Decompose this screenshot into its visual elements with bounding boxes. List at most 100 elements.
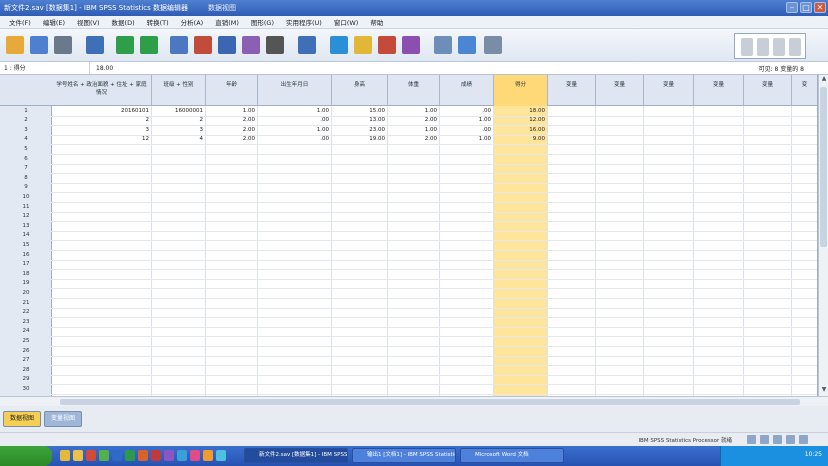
column-header[interactable]: 得分: [494, 75, 548, 106]
menu-item[interactable]: 转换(T): [141, 17, 175, 27]
column-header[interactable]: 年龄: [206, 75, 258, 106]
vertical-scrollbar[interactable]: ▲ ▼: [818, 75, 828, 396]
media-icon[interactable]: [86, 450, 96, 461]
column-header[interactable]: 变量: [694, 75, 744, 106]
row-number[interactable]: 26: [0, 348, 52, 354]
data-cell[interactable]: 2: [152, 117, 206, 123]
ie-icon[interactable]: [60, 450, 70, 461]
goto-case-icon[interactable]: [170, 36, 188, 54]
save-icon[interactable]: [30, 36, 48, 54]
find-icon[interactable]: [266, 36, 284, 54]
row-number[interactable]: 17: [0, 261, 52, 267]
data-cell[interactable]: 15.00: [332, 108, 388, 114]
row-number[interactable]: 16: [0, 252, 52, 258]
horizontal-scrollbar[interactable]: [0, 396, 828, 406]
column-header[interactable]: 变量: [596, 75, 644, 106]
row-number[interactable]: 2: [0, 117, 52, 123]
row-number[interactable]: 30: [0, 386, 52, 392]
row-number[interactable]: 29: [0, 376, 52, 382]
data-cell[interactable]: 12: [52, 136, 152, 142]
data-cell[interactable]: 2.00: [388, 117, 440, 123]
data-cell[interactable]: .00: [440, 108, 494, 114]
column-header[interactable]: 成绩: [440, 75, 494, 106]
column-header[interactable]: 变量: [744, 75, 792, 106]
music-icon[interactable]: [164, 450, 174, 461]
data-cell[interactable]: 1.00: [258, 127, 332, 133]
data-cell[interactable]: 9.00: [494, 136, 548, 142]
data-cell[interactable]: 20160101: [52, 108, 152, 114]
taskbar-window-button[interactable]: Microsoft Word 文档: [460, 448, 564, 463]
dialog-recall-icon[interactable]: [86, 36, 104, 54]
menu-item[interactable]: 帮助: [364, 17, 389, 27]
row-number[interactable]: 3: [0, 127, 52, 133]
menu-item[interactable]: 文件(F): [3, 17, 37, 27]
row-number[interactable]: 23: [0, 319, 52, 325]
data-cell[interactable]: 1.00: [388, 108, 440, 114]
browser-icon[interactable]: [203, 450, 213, 461]
column-header[interactable]: 变量: [548, 75, 596, 106]
data-cell[interactable]: 18.00: [494, 108, 548, 114]
data-cell[interactable]: 16.00: [494, 127, 548, 133]
row-number[interactable]: 27: [0, 357, 52, 363]
close-button[interactable]: ✕: [814, 2, 826, 13]
data-cell[interactable]: 1.00: [440, 117, 494, 123]
ime-icon[interactable]: [747, 435, 756, 444]
maximize-button[interactable]: □: [800, 2, 812, 13]
redo-icon[interactable]: [140, 36, 158, 54]
select-cases-icon[interactable]: [402, 36, 420, 54]
open-icon[interactable]: [6, 36, 24, 54]
data-cell[interactable]: 19.00: [332, 136, 388, 142]
paint-icon[interactable]: [177, 450, 187, 461]
row-number[interactable]: 1: [0, 108, 52, 114]
row-number[interactable]: 9: [0, 184, 52, 190]
data-cell[interactable]: .00: [258, 136, 332, 142]
menu-item[interactable]: 实用程序(U): [280, 17, 328, 27]
row-number[interactable]: 12: [0, 213, 52, 219]
row-number[interactable]: 6: [0, 156, 52, 162]
data-cell[interactable]: 2: [52, 117, 152, 123]
row-number[interactable]: 21: [0, 300, 52, 306]
data-cell[interactable]: .00: [440, 127, 494, 133]
mail-icon[interactable]: [216, 450, 226, 461]
help-icon[interactable]: [760, 435, 769, 444]
print-icon[interactable]: [54, 36, 72, 54]
data-cell[interactable]: 13.00: [332, 117, 388, 123]
data-cell[interactable]: 3: [52, 127, 152, 133]
data-cell[interactable]: 2.00: [388, 136, 440, 142]
column-header[interactable]: 身高: [332, 75, 388, 106]
settings-icon[interactable]: [799, 435, 808, 444]
data-cell[interactable]: .00: [258, 117, 332, 123]
run-descriptives-icon[interactable]: [242, 36, 260, 54]
start-button[interactable]: [0, 446, 52, 466]
scroll-up-icon[interactable]: ▲: [819, 75, 828, 85]
row-number[interactable]: 5: [0, 146, 52, 152]
row-number[interactable]: 7: [0, 165, 52, 171]
menu-item[interactable]: 图形(G): [245, 17, 280, 27]
column-header[interactable]: 体重: [388, 75, 440, 106]
player-icon[interactable]: [190, 450, 200, 461]
data-cell[interactable]: 4: [152, 136, 206, 142]
variables-icon[interactable]: [218, 36, 236, 54]
column-header[interactable]: 学号姓名 + 政治面貌 + 住址 + 家庭情况: [52, 75, 152, 106]
data-cell[interactable]: 3: [152, 127, 206, 133]
column-header[interactable]: 变: [792, 75, 817, 106]
data-cell[interactable]: 16000001: [152, 108, 206, 114]
scroll-down-icon[interactable]: ▼: [819, 386, 828, 396]
data-cell[interactable]: 12.00: [494, 117, 548, 123]
undo-icon[interactable]: [116, 36, 134, 54]
data-cell[interactable]: 2.00: [206, 136, 258, 142]
menu-item[interactable]: 数据(D): [106, 17, 141, 27]
row-number[interactable]: 4: [0, 136, 52, 142]
column-header[interactable]: 出生年月日: [258, 75, 332, 106]
ppt-icon[interactable]: [138, 450, 148, 461]
data-cell[interactable]: 1.00: [206, 108, 258, 114]
row-number[interactable]: 14: [0, 232, 52, 238]
menu-item[interactable]: 窗口(W): [328, 17, 365, 27]
data-cell[interactable]: 23.00: [332, 127, 388, 133]
minimize-button[interactable]: –: [786, 2, 798, 13]
data-cell[interactable]: 2.00: [206, 117, 258, 123]
excel-icon[interactable]: [125, 450, 135, 461]
menu-item[interactable]: 视图(V): [71, 17, 106, 27]
row-number[interactable]: 11: [0, 204, 52, 210]
hscroll-thumb[interactable]: [60, 399, 800, 405]
